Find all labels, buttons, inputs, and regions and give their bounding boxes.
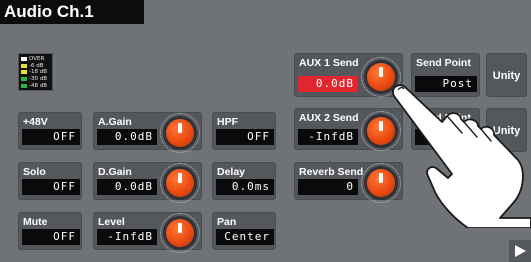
knob-scale: [160, 213, 200, 253]
aux1-send-tile[interactable]: AUX 1 Send 0.0dB: [294, 53, 403, 97]
unity-button-aux1[interactable]: Unity: [486, 53, 527, 97]
knob-scale: [361, 57, 401, 97]
solo-tile[interactable]: Solo OFF: [18, 162, 82, 200]
aux2-send-label: AUX 2 Send: [299, 112, 359, 124]
phantom-power-label: +48V: [23, 116, 48, 128]
send-point-2-value: [415, 129, 477, 145]
send-point-2-label: Send Point: [416, 112, 471, 124]
pointing-hand-icon: [392, 84, 531, 228]
reverb-send-tile[interactable]: Reverb Send 0: [294, 162, 403, 203]
level-tile[interactable]: Level -InfdB: [93, 212, 202, 253]
send-point-1-value: Post: [415, 76, 477, 92]
mute-tile[interactable]: Mute OFF: [18, 212, 82, 250]
meter-swatch: [21, 83, 27, 88]
meter-swatch: [21, 77, 27, 82]
digital-gain-knob-icon[interactable]: [160, 163, 200, 203]
analog-gain-value: 0.0dB: [97, 129, 157, 145]
level-knob-icon[interactable]: [160, 213, 200, 253]
level-label: Level: [98, 216, 125, 228]
aux2-send-tile[interactable]: AUX 2 Send -InfdB: [294, 108, 403, 151]
analog-gain-tile[interactable]: A.Gain 0.0dB: [93, 112, 202, 153]
hpf-label: HPF: [217, 116, 238, 128]
aux1-send-label: AUX 1 Send: [299, 57, 359, 69]
knob-scale: [361, 111, 401, 151]
analog-gain-label: A.Gain: [98, 116, 132, 128]
digital-gain-label: D.Gain: [98, 166, 132, 178]
meter-swatch-over: [21, 57, 27, 62]
next-page-button[interactable]: [509, 240, 531, 262]
mute-label: Mute: [23, 216, 48, 228]
solo-label: Solo: [23, 166, 46, 178]
meter-label: -30 dB: [29, 76, 47, 83]
meter-label: -6 dB: [29, 62, 44, 69]
digital-gain-value: 0.0dB: [97, 179, 157, 195]
meter-label: OVER: [29, 56, 45, 63]
send-point-1-tile[interactable]: Send Point Post: [411, 53, 480, 97]
pan-label: Pan: [217, 216, 237, 228]
knob-scale: [160, 113, 200, 153]
meter-label: -18 dB: [29, 69, 47, 76]
phantom-power-tile[interactable]: +48V OFF: [18, 112, 82, 150]
digital-gain-tile[interactable]: D.Gain 0.0dB: [93, 162, 202, 203]
screen-title: Audio Ch.1: [0, 0, 144, 24]
analog-gain-knob-icon[interactable]: [160, 113, 200, 153]
phantom-power-value: OFF: [22, 129, 80, 145]
mute-value: OFF: [22, 229, 80, 245]
level-meter-legend: OVER -6 dB -18 dB -30 dB -48 dB: [18, 53, 53, 91]
meter-label: -48 dB: [29, 82, 47, 89]
reverb-send-value: 0: [298, 179, 358, 195]
reverb-send-label: Reverb Send: [299, 166, 364, 178]
aux1-send-knob-icon[interactable]: [361, 57, 401, 97]
delay-tile[interactable]: Delay 0.0ms: [212, 162, 276, 200]
pan-tile[interactable]: Pan Center: [212, 212, 276, 250]
aux1-send-value: 0.0dB: [298, 76, 358, 92]
solo-value: OFF: [22, 179, 80, 195]
right-arrow-icon: [515, 245, 526, 257]
aux2-send-value: -InfdB: [298, 129, 358, 145]
delay-label: Delay: [217, 166, 246, 178]
send-point-2-tile[interactable]: Send Point: [411, 108, 480, 150]
knob-scale: [361, 163, 401, 203]
knob-scale: [160, 163, 200, 203]
hpf-tile[interactable]: HPF OFF: [212, 112, 276, 150]
meter-swatch: [21, 63, 27, 68]
reverb-send-knob-icon[interactable]: [361, 163, 401, 203]
hpf-value: OFF: [216, 129, 274, 145]
meter-swatch: [21, 70, 27, 75]
unity-button-aux2[interactable]: Unity: [486, 108, 527, 152]
delay-value: 0.0ms: [216, 179, 274, 195]
aux2-send-knob-icon[interactable]: [361, 111, 401, 151]
pan-value: Center: [216, 229, 274, 245]
send-point-1-label: Send Point: [416, 57, 471, 69]
level-value: -InfdB: [97, 229, 157, 245]
